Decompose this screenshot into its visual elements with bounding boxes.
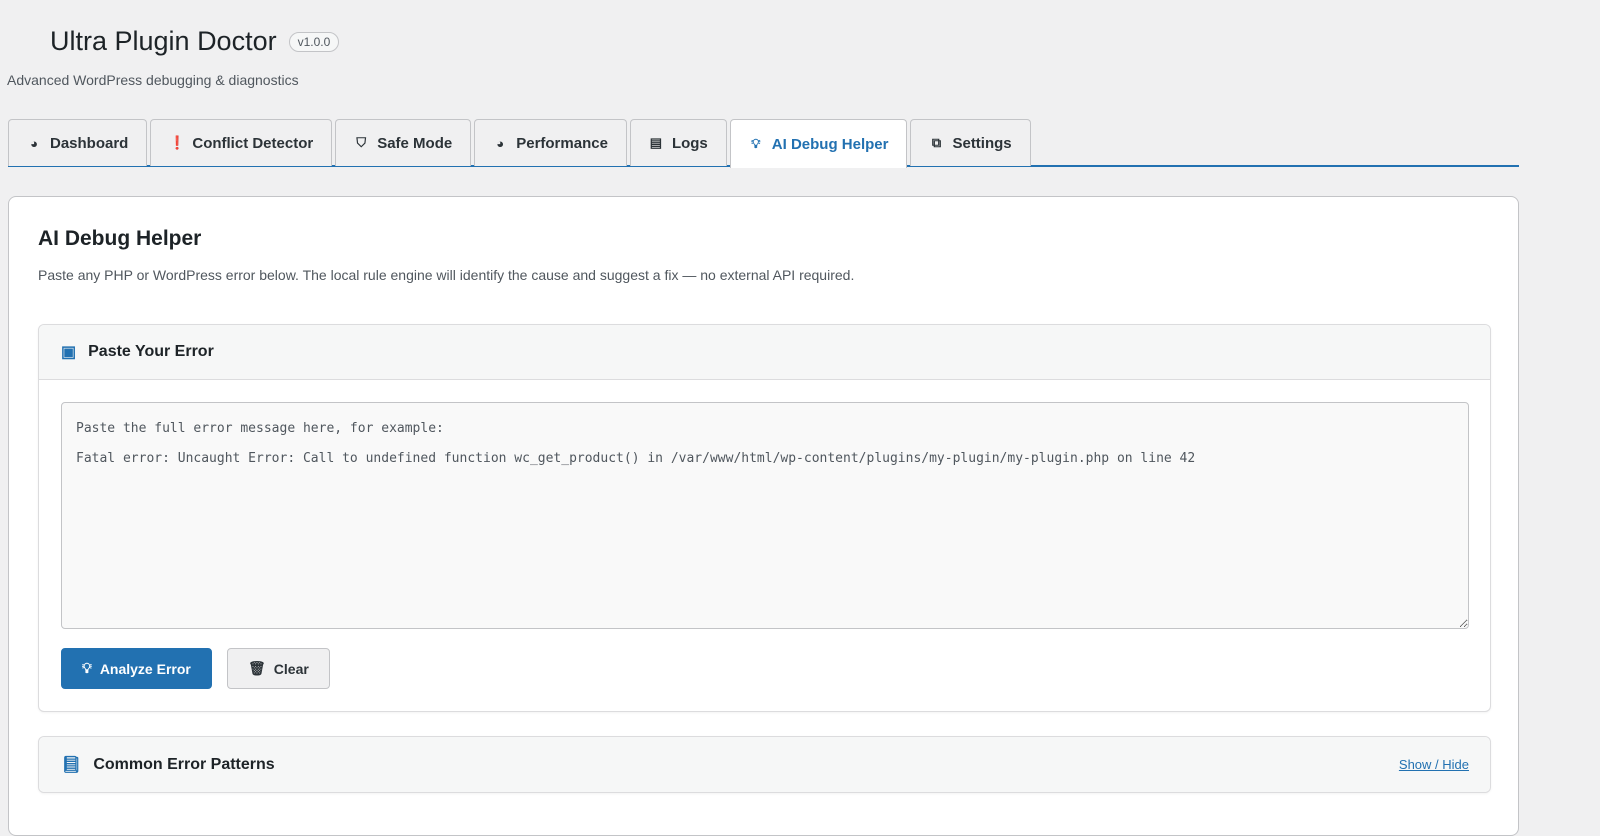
tab-label: Conflict Detector <box>192 134 314 152</box>
tab-ai-debug-helper[interactable]: 💡︎ AI Debug Helper <box>729 119 908 168</box>
app-subtitle: Advanced WordPress debugging & diagnosti… <box>7 72 299 88</box>
book-icon: 📘︎ <box>61 756 82 774</box>
paste-error-panel: ▣ Paste Your Error 💡︎ Analyze Error 🗑︎ Clea… <box>38 324 1491 712</box>
tab-conflict-detector[interactable]: ❗ Conflict Detector <box>150 119 333 166</box>
dashboard-icon: ◕ <box>30 135 38 151</box>
panel-title: Paste Your Error <box>88 343 214 360</box>
shield-icon: ⛉ <box>356 135 367 150</box>
ai-debug-card: AI Debug Helper Paste any PHP or WordPre… <box>8 196 1519 836</box>
button-label: Clear <box>273 660 309 677</box>
clear-button[interactable]: 🗑︎ Clear <box>227 648 330 689</box>
page-title: AI Debug Helper <box>38 227 202 250</box>
tab-safe-mode[interactable]: ⛉ Safe Mode <box>335 119 472 166</box>
tab-label: Safe Mode <box>377 134 453 152</box>
tab-label: Performance <box>516 134 608 152</box>
common-error-patterns-panel: 📘︎ Common Error Patterns Show / Hide <box>38 736 1491 793</box>
tab-settings[interactable]: ⧉ Settings <box>910 119 1031 166</box>
exclamation-icon: ❗ <box>169 135 186 150</box>
tab-label: Settings <box>952 134 1012 152</box>
button-label: Analyze Error <box>99 660 191 677</box>
tab-label: AI Debug Helper <box>771 135 889 153</box>
show-hide-toggle[interactable]: Show / Hide <box>1399 757 1469 772</box>
trash-icon: 🗑︎ <box>248 660 266 676</box>
tab-label: Dashboard <box>50 134 129 152</box>
tab-logs[interactable]: ▤ Logs <box>629 119 727 166</box>
clipboard-icon: ▣ <box>61 344 77 361</box>
header: Ultra Plugin Doctor v1.0.0 <box>50 26 340 57</box>
lightbulb-icon: 💡︎ <box>82 660 92 676</box>
panel-title: Common Error Patterns <box>93 755 275 773</box>
error-input[interactable] <box>61 402 1469 629</box>
analyze-error-button[interactable]: 💡︎ Analyze Error <box>61 648 212 689</box>
version-badge: v1.0.0 <box>288 31 340 52</box>
lightbulb-icon: 💡︎ <box>751 136 761 151</box>
sliders-icon: ⧉ <box>931 135 942 150</box>
page-description: Paste any PHP or WordPress error below. … <box>38 267 855 283</box>
gauge-icon: ◕ <box>496 135 505 151</box>
document-icon: ▤ <box>649 135 663 150</box>
tab-bar: ◕ Dashboard ❗ Conflict Detector ⛉ Safe Mode… <box>8 119 1519 168</box>
tab-label: Logs <box>671 134 708 152</box>
tab-dashboard[interactable]: ◕ Dashboard <box>8 119 148 166</box>
app-title: Ultra Plugin Doctor <box>50 26 277 56</box>
tab-performance[interactable]: ◕ Performance <box>474 119 627 166</box>
